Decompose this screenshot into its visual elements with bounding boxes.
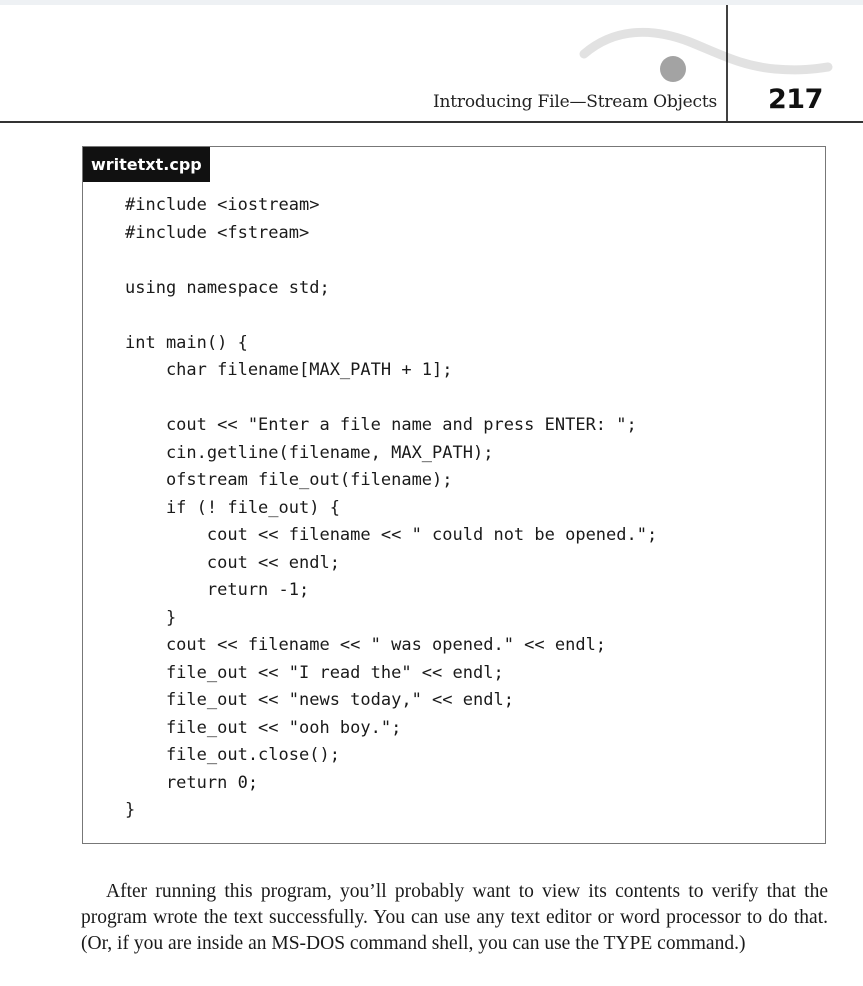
code-line: using namespace std;	[125, 277, 330, 298]
code-line: ofstream file_out(filename);	[125, 470, 453, 490]
code-line: file_out << "ooh boy.";	[125, 717, 402, 738]
header-rule	[0, 121, 863, 123]
code-line: if (! file_out) {	[125, 497, 340, 518]
code-line: cout << filename << " could not be opene…	[125, 525, 658, 545]
code-line: cout << filename << " was opened." << en…	[125, 635, 607, 655]
code-line: #include <iostream>	[125, 195, 320, 215]
code-line: }	[125, 800, 136, 820]
body-paragraph: After running this program, you’ll proba…	[81, 881, 828, 954]
code-line: }	[125, 607, 177, 628]
code-line: cout << "Enter a file name and press ENT…	[125, 415, 637, 435]
page-number: 217	[768, 84, 823, 115]
code-line: cin.getline(filename, MAX_PATH);	[125, 442, 494, 463]
code-line: file_out.close();	[125, 745, 340, 765]
code-line: char filename[MAX_PATH + 1];	[125, 360, 453, 380]
code-line: file_out << "I read the" << endl;	[125, 662, 504, 683]
code-line: return 0;	[125, 772, 259, 793]
header-decoration	[579, 5, 833, 122]
dot-ornament	[660, 56, 686, 82]
code-line: int main() {	[125, 332, 248, 353]
code-listing: writetxt.cpp #include <iostream> #include…	[82, 146, 826, 844]
code-block: #include <iostream> #include <fstream> us…	[125, 192, 657, 825]
running-head: Introducing File—Stream Objects	[433, 92, 717, 112]
listing-filename: writetxt.cpp	[83, 147, 210, 182]
wave-ornament	[579, 27, 833, 75]
code-line: cout << endl;	[125, 552, 340, 573]
code-line: file_out << "news today," << endl;	[125, 690, 514, 710]
code-line: return -1;	[125, 580, 310, 600]
code-line: #include <fstream>	[125, 222, 310, 243]
